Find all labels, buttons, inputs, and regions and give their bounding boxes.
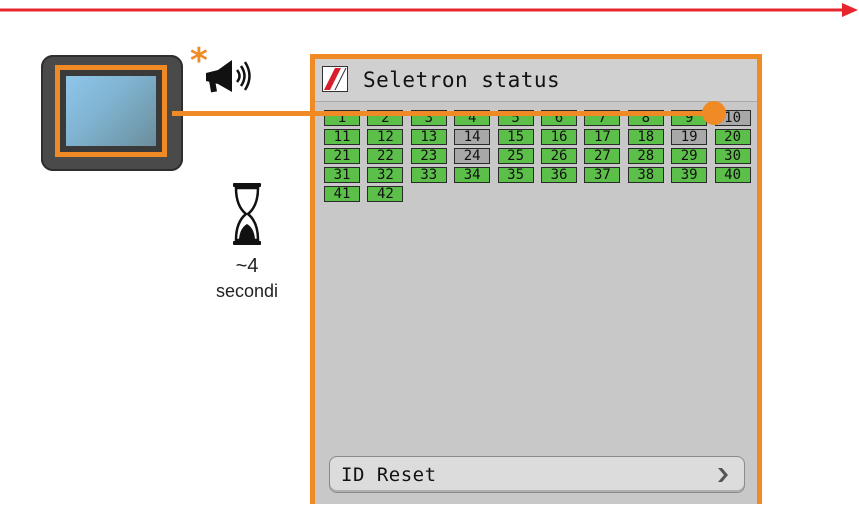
id-reset-button[interactable]: ID Reset <box>329 456 745 493</box>
screen-header: Seletron status <box>315 59 757 102</box>
section-cell: 33 <box>410 167 447 183</box>
section-cell: 40 <box>714 167 751 183</box>
megaphone-icon <box>206 60 251 93</box>
section-cell: 27 <box>584 148 621 164</box>
section-cell: 35 <box>497 167 534 183</box>
section-cell: 28 <box>627 148 664 164</box>
section-cell: 37 <box>584 167 621 183</box>
section-cell: 12 <box>367 129 404 145</box>
section-cell: 15 <box>497 129 534 145</box>
section-cell: 42 <box>367 186 404 202</box>
terminal-icon <box>41 55 183 171</box>
section-cell: 41 <box>324 186 360 202</box>
chevron-right-icon <box>718 468 728 482</box>
terminal-display <box>66 76 156 146</box>
hourglass-icon <box>233 183 261 245</box>
wait-time-unit: secondi <box>215 281 279 301</box>
section-cell: 20 <box>714 129 751 145</box>
brand-logo-icon <box>322 66 348 92</box>
section-cell: 16 <box>541 129 577 145</box>
section-cell: 22 <box>367 148 404 164</box>
connector-dot <box>702 101 726 125</box>
section-cell: 24 <box>454 148 491 164</box>
seletron-status-screen: Seletron status 1 2 3 4 5 6 7 8 9 10 11 12 13 14 15 16 1… <box>310 54 762 504</box>
section-cell: 18 <box>627 129 664 145</box>
section-cell: 34 <box>454 167 491 183</box>
section-cell: 21 <box>324 148 360 164</box>
section-cell: 32 <box>367 167 404 183</box>
section-cell: 30 <box>714 148 751 164</box>
section-cell: 11 <box>324 129 360 145</box>
section-cell: 29 <box>671 148 708 164</box>
section-cell: 17 <box>584 129 621 145</box>
section-cell: 36 <box>541 167 577 183</box>
screen-title: Seletron status <box>363 68 561 92</box>
timeline-arrow <box>0 3 858 17</box>
section-cell: 23 <box>410 148 447 164</box>
section-cell: 38 <box>627 167 664 183</box>
id-reset-label: ID Reset <box>341 464 437 486</box>
section-cell: 31 <box>324 167 360 183</box>
wait-time-value: ~4 <box>235 255 259 277</box>
section-grid: 1 2 3 4 5 6 7 8 9 10 11 12 13 14 15 16 17 18 19 20 21 22 23 24 2… <box>324 110 756 210</box>
section-cell: 13 <box>410 129 447 145</box>
section-cell: 26 <box>541 148 577 164</box>
section-cell: 14 <box>454 129 491 145</box>
connector-line <box>172 111 718 116</box>
terminal-screen <box>55 65 167 157</box>
section-cell: 25 <box>497 148 534 164</box>
section-cell: 19 <box>671 129 708 145</box>
section-cell: 39 <box>671 167 708 183</box>
